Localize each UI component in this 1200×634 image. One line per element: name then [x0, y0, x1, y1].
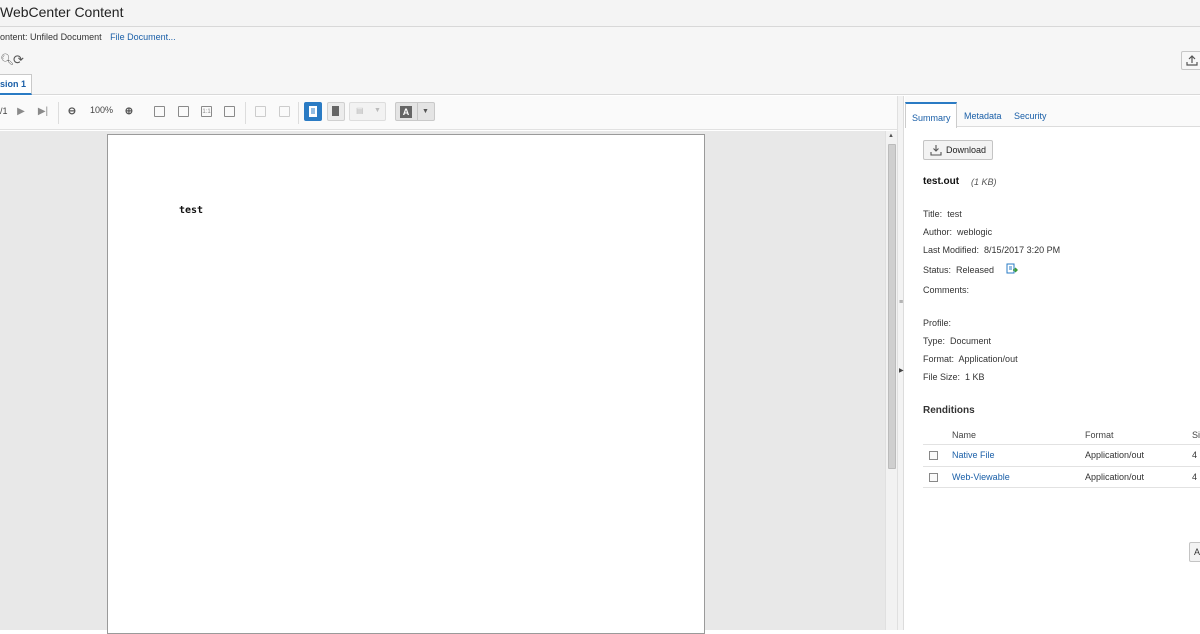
annotation-filter-dropdown: ▤ ▼ — [349, 102, 386, 121]
breadcrumb-prefix: ontent: — [0, 32, 28, 42]
breadcrumb: ontent: Unfiled Document File Document..… — [0, 32, 176, 42]
download-label: Download — [946, 145, 987, 155]
viewer-toolbar: /1 ▶ ▶| ⊖ 100% ⊕ 1:1 — [0, 96, 897, 130]
column-header-format: Format — [1085, 430, 1114, 440]
property-status: Status: Released — [923, 265, 994, 275]
tab-version-1[interactable]: sion 1 — [0, 74, 33, 95]
app-title: WebCenter Content — [0, 4, 124, 20]
document-page: test — [107, 134, 705, 634]
toolbar-divider — [58, 102, 59, 124]
property-value: Released — [956, 265, 995, 275]
toolbar-divider — [245, 102, 246, 124]
property-author: Author: weblogic — [923, 227, 992, 237]
annotation-mode-dropdown[interactable]: A ▼ — [395, 102, 435, 121]
page-indicator: /1 — [0, 106, 8, 116]
property-value: Document — [950, 336, 992, 346]
property-value: weblogic — [957, 227, 993, 237]
toolbar-divider — [298, 102, 299, 124]
page-icon — [332, 106, 339, 116]
fit-width-icon[interactable] — [154, 106, 165, 117]
rendition-format: Application/out — [1085, 450, 1145, 460]
workflow-status-icon[interactable] — [1006, 263, 1018, 275]
download-icon — [930, 145, 942, 156]
text-view-button[interactable] — [327, 102, 345, 121]
column-header-size: Si — [1192, 430, 1200, 440]
property-label: Author: — [923, 227, 953, 237]
rotate-right-icon — [279, 106, 290, 117]
rendition-size: 4 — [1192, 472, 1198, 482]
property-type: Type: Document — [923, 336, 991, 346]
property-label: Profile: — [923, 318, 952, 328]
row-checkbox[interactable] — [929, 473, 938, 482]
property-value: Application/out — [958, 354, 1018, 364]
property-label: Status: — [923, 265, 952, 275]
zoom-out-icon[interactable]: ⊖ — [65, 105, 79, 119]
property-label: File Size: — [923, 372, 961, 382]
viewer-scrollbar[interactable]: ▲ — [885, 131, 897, 630]
document-text: test — [179, 205, 204, 216]
single-page-view-button[interactable] — [304, 102, 322, 121]
property-file-size: File Size: 1 KB — [923, 372, 985, 382]
next-page-icon[interactable]: ▶ — [14, 105, 28, 119]
property-value: test — [947, 209, 962, 219]
upload-icon — [1186, 55, 1198, 66]
apply-button[interactable]: A — [1189, 542, 1200, 562]
property-value: 1 KB — [965, 372, 985, 382]
property-label: Format: — [923, 354, 955, 364]
chevron-down-icon[interactable]: ▼ — [422, 108, 429, 115]
tab-summary[interactable]: Summary — [905, 102, 957, 128]
property-format: Format: Application/out — [923, 354, 1018, 364]
panel-tabs: Summary Metadata Security — [905, 96, 1200, 128]
collapse-arrow-icon[interactable]: ▶ — [899, 367, 904, 374]
chevron-down-icon: ▼ — [374, 107, 381, 114]
document-view-icon — [309, 106, 317, 117]
filter-icon: ▤ — [356, 106, 364, 115]
app-header: WebCenter Content — [0, 0, 1200, 27]
table-row: Web-Viewable Application/out 4 — [923, 466, 1200, 488]
property-label: Type: — [923, 336, 946, 346]
document-viewer: test — [0, 131, 885, 634]
row-checkbox[interactable] — [929, 451, 938, 460]
zoom-level[interactable]: 100% — [90, 105, 113, 115]
rendition-size: 4 — [1192, 450, 1198, 460]
upload-button[interactable] — [1181, 51, 1200, 70]
zoom-in-icon[interactable]: ⊕ — [122, 105, 136, 119]
file-size-note: (1 KB) — [971, 177, 997, 187]
checkout-icon[interactable]: 🔍︎ — [0, 53, 14, 66]
property-last-modified: Last Modified: 8/15/2017 3:20 PM — [923, 245, 1060, 255]
annotation-icon: A — [400, 106, 412, 118]
property-profile: Profile: — [923, 318, 951, 328]
property-label: Last Modified: — [923, 245, 980, 255]
select-zoom-icon[interactable] — [224, 106, 235, 117]
rendition-name-link[interactable]: Native File — [952, 450, 995, 460]
refresh-icon[interactable]: ⟳ — [13, 52, 24, 68]
column-header-name: Name — [952, 430, 977, 440]
document-subbar: ontent: Unfiled Document File Document..… — [0, 27, 1200, 95]
fit-page-icon[interactable] — [178, 106, 189, 117]
property-comments: Comments: — [923, 285, 969, 295]
tab-security[interactable]: Security — [1014, 111, 1047, 121]
dropdown-divider — [417, 103, 418, 120]
rendition-format: Application/out — [1085, 472, 1145, 482]
property-label: Comments: — [923, 285, 970, 295]
grip-icon: ≡ — [899, 299, 904, 306]
property-title: Title: test — [923, 209, 962, 219]
panel-splitter[interactable]: ≡ ▶ — [897, 96, 904, 630]
last-page-icon[interactable]: ▶| — [36, 105, 50, 119]
renditions-title: Renditions — [923, 405, 975, 416]
table-row: Native File Application/out 4 — [923, 444, 1200, 466]
rotate-left-icon — [255, 106, 266, 117]
actual-size-icon[interactable]: 1:1 — [201, 106, 212, 117]
tab-metadata[interactable]: Metadata — [964, 111, 1002, 121]
property-value: 8/15/2017 3:20 PM — [984, 245, 1061, 255]
file-document-link[interactable]: File Document... — [110, 32, 176, 42]
rendition-name-link[interactable]: Web-Viewable — [952, 472, 1010, 482]
property-label: Title: — [923, 209, 943, 219]
breadcrumb-location: Unfiled Document — [30, 32, 102, 42]
scrollbar-thumb[interactable] — [888, 144, 896, 469]
download-button[interactable]: Download — [923, 140, 993, 160]
scroll-up-icon[interactable]: ▲ — [888, 133, 894, 139]
document-info-panel: Summary Metadata Security Download test.… — [905, 96, 1200, 630]
file-name: test.out — [923, 176, 960, 187]
